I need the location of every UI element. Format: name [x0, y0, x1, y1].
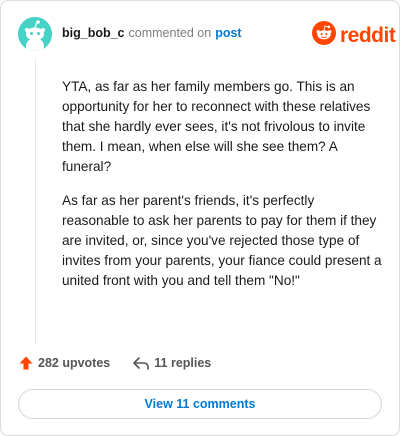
- reddit-logo-icon: [312, 21, 336, 50]
- comment-body: YTA, as far as her family members go. Th…: [62, 77, 382, 305]
- comment-card: big_bob_c commented on post reddit YTA, as…: [0, 0, 400, 436]
- comment-paragraph: As far as her parent's friends, it's per…: [62, 193, 382, 288]
- post-link[interactable]: post: [215, 26, 241, 40]
- reddit-wordmark: reddit: [340, 24, 396, 47]
- comment-header: big_bob_c commented on post: [62, 26, 242, 40]
- upvotes-count: 282 upvotes: [38, 356, 111, 370]
- replies-button[interactable]: 11 replies: [132, 355, 211, 371]
- thread-line[interactable]: [35, 59, 36, 343]
- view-comments-button[interactable]: View 11 comments: [18, 389, 382, 419]
- username-link[interactable]: big_bob_c: [62, 26, 125, 40]
- reddit-brand[interactable]: reddit: [312, 21, 396, 50]
- snoo-avatar-icon[interactable]: [18, 17, 52, 51]
- commented-on-text: commented on: [128, 26, 212, 40]
- replies-count: 11 replies: [154, 356, 212, 370]
- comment-paragraph: YTA, as far as her family members go. Th…: [62, 79, 371, 174]
- upvote-button[interactable]: 282 upvotes: [18, 355, 110, 371]
- reply-arrow-icon: [133, 357, 150, 370]
- upvote-arrow-icon: [19, 356, 33, 370]
- comment-actions: 282 upvotes 11 replies: [18, 355, 211, 371]
